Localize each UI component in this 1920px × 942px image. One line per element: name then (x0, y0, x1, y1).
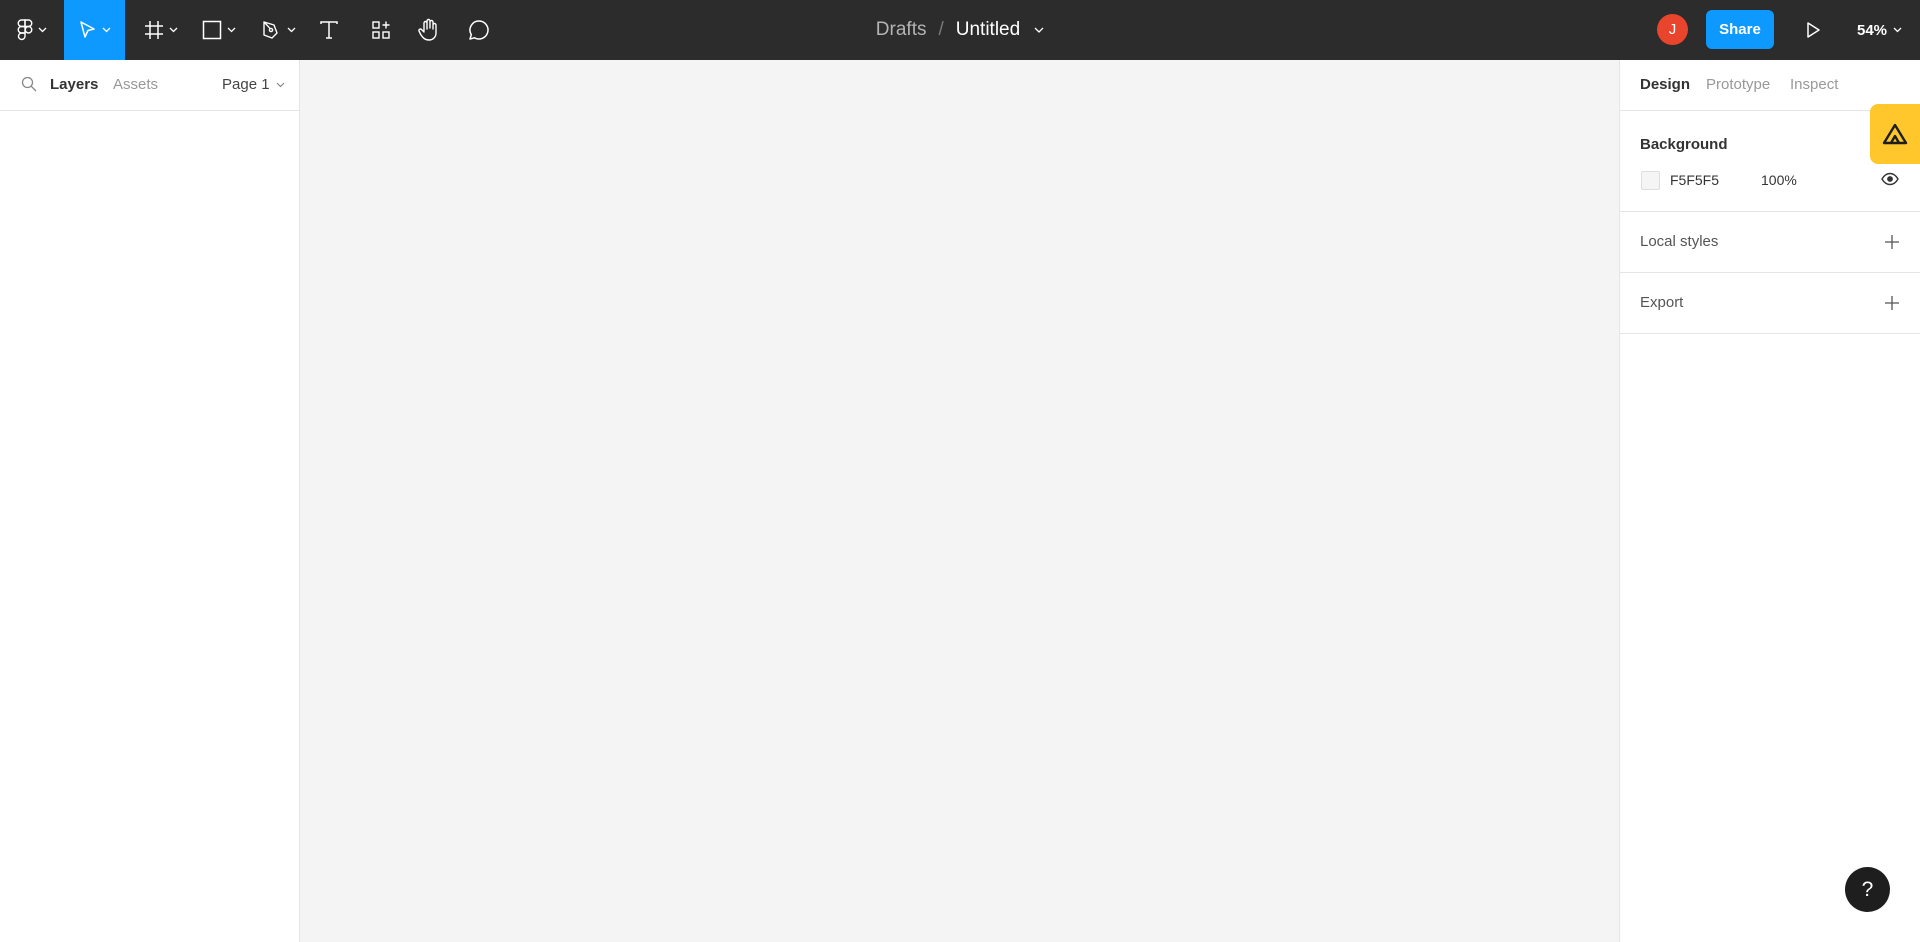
properties-panel: Design Prototype Inspect Background F5F5… (1619, 60, 1920, 942)
add-local-style-icon[interactable] (1884, 234, 1900, 250)
share-button-label: Share (1719, 21, 1761, 38)
chevron-down-icon[interactable] (1034, 27, 1044, 33)
share-button[interactable]: Share (1706, 10, 1774, 49)
chevron-down-icon (169, 27, 177, 33)
page-selector-label: Page 1 (222, 76, 270, 93)
layers-panel-header: Layers Assets Page 1 (0, 60, 299, 111)
chevron-down-icon (227, 27, 236, 33)
avatar[interactable]: J (1657, 14, 1688, 45)
add-export-icon[interactable] (1884, 295, 1900, 311)
background-title: Background (1640, 136, 1728, 153)
help-button[interactable]: ? (1845, 867, 1890, 912)
frame-tool-button[interactable] (138, 0, 183, 60)
pen-icon (263, 21, 278, 39)
move-tool-button[interactable] (64, 0, 125, 60)
background-hex-input[interactable]: F5F5F5 (1670, 172, 1719, 188)
chevron-down-icon (1893, 27, 1902, 33)
rectangle-icon (202, 20, 222, 40)
plugin-logo-icon (1882, 123, 1908, 145)
comment-bubble-icon (469, 20, 489, 40)
plugin-badge[interactable] (1870, 104, 1920, 164)
present-button[interactable] (1800, 18, 1824, 42)
tab-prototype[interactable]: Prototype (1706, 76, 1770, 93)
shape-tool-button[interactable] (198, 0, 240, 60)
layers-panel: Layers Assets Page 1 (0, 60, 300, 942)
avatar-initial: J (1668, 21, 1677, 38)
chevron-down-icon (102, 27, 110, 33)
tab-assets[interactable]: Assets (113, 76, 158, 93)
background-opacity-input[interactable]: 100% (1761, 172, 1797, 188)
figma-logo-icon (17, 19, 33, 41)
tab-layers[interactable]: Layers (50, 76, 98, 93)
chevron-down-icon (287, 27, 296, 33)
help-icon: ? (1861, 877, 1874, 901)
background-color-swatch[interactable] (1641, 171, 1660, 190)
file-title[interactable]: Untitled (956, 19, 1020, 41)
export-title: Export (1640, 294, 1684, 311)
tab-inspect[interactable]: Inspect (1790, 76, 1838, 93)
pen-tool-button[interactable] (258, 0, 300, 60)
zoom-dropdown[interactable]: 54% (1857, 0, 1902, 60)
chevron-down-icon (38, 27, 47, 33)
chevron-down-icon (276, 82, 284, 87)
page-selector[interactable]: Page 1 (222, 76, 285, 93)
toolbar: Drafts / Untitled J Share 54% (0, 0, 1920, 60)
tab-design[interactable]: Design (1640, 76, 1690, 93)
pointer-icon (79, 21, 95, 38)
text-tool-button[interactable] (316, 0, 342, 60)
main-menu-button[interactable] (0, 0, 64, 60)
frame-hash-icon (144, 21, 163, 39)
export-section: Export (1620, 273, 1920, 334)
resources-tool-button[interactable] (368, 0, 394, 60)
play-icon (1807, 22, 1820, 38)
file-title-area: Drafts / Untitled (876, 19, 1044, 41)
breadcrumb-drafts[interactable]: Drafts (876, 19, 927, 41)
local-styles-title: Local styles (1640, 233, 1719, 250)
components-icon (372, 21, 390, 39)
breadcrumb-separator: / (938, 19, 944, 40)
eye-icon[interactable] (1881, 172, 1899, 186)
zoom-level: 54% (1857, 21, 1888, 39)
search-icon[interactable] (21, 76, 37, 92)
design-canvas[interactable] (300, 60, 1619, 942)
local-styles-section: Local styles (1620, 212, 1920, 273)
hand-icon (418, 18, 437, 41)
comment-tool-button[interactable] (466, 0, 492, 60)
hand-tool-button[interactable] (416, 0, 442, 60)
text-icon (320, 21, 338, 39)
